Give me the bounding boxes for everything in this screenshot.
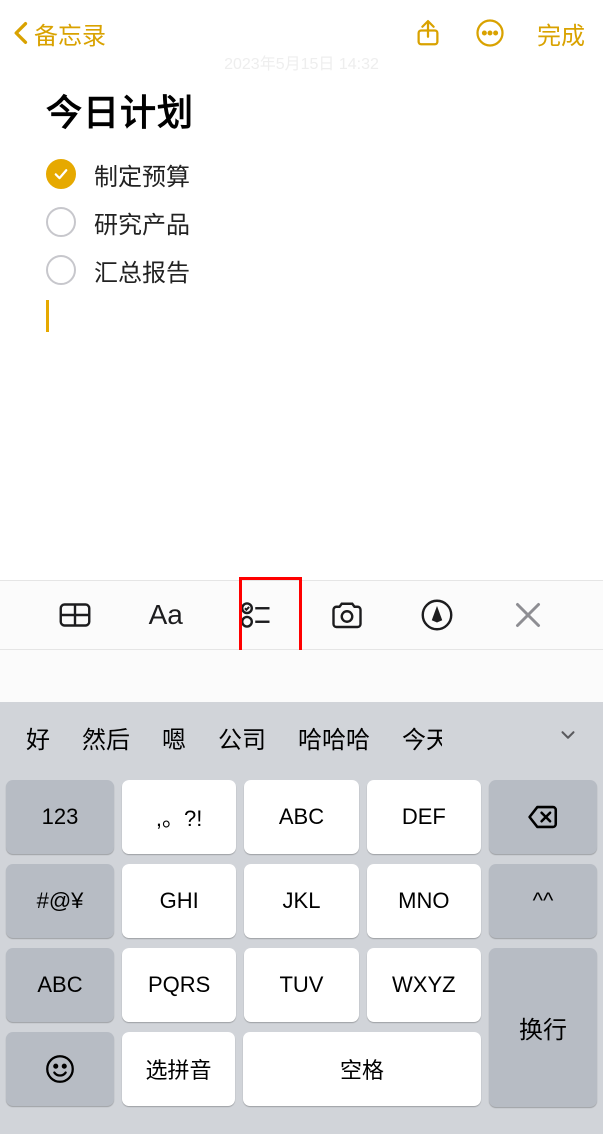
checklist-text[interactable]: 制定预算 [94,157,190,192]
camera-button[interactable] [329,597,365,633]
suggestion[interactable]: 今天 [386,720,442,755]
checklist-icon [238,597,274,633]
text-format-button[interactable]: Aa [148,597,184,633]
camera-icon [329,597,365,633]
done-button[interactable]: 完成 [537,16,585,51]
close-icon [510,597,546,633]
text-cursor [46,300,49,332]
suggestion[interactable]: 好 [10,720,66,755]
format-toolbar: Aa [0,580,603,650]
suggestion[interactable]: 哈哈哈 [282,720,386,755]
suggestion[interactable]: 然后 [66,720,146,755]
markup-button[interactable] [419,597,455,633]
suggestions-expand[interactable] [543,724,593,751]
key-abc[interactable]: ABC [244,780,358,854]
emoji-icon [43,1052,77,1086]
chevron-left-icon [8,19,36,47]
checklist-row[interactable]: 研究产品 [46,198,557,246]
note-title[interactable]: 今日计划 [46,84,557,136]
key-123[interactable]: 123 [6,780,114,854]
unchecked-circle-icon[interactable] [46,255,76,285]
checklist-button[interactable] [238,597,274,633]
key-1[interactable]: GHI [122,864,236,938]
table-icon [57,597,93,633]
ellipsis-circle-icon [475,18,505,48]
key-tuv[interactable]: TUV [244,948,358,1022]
share-button[interactable] [413,18,443,48]
key-0[interactable]: #@¥ [6,864,114,938]
key-delete[interactable] [489,780,597,854]
checklist-row[interactable]: 制定预算 [46,150,557,198]
key-4[interactable]: ^^ [489,864,597,938]
chevron-down-icon [557,724,579,746]
suggestion[interactable]: 嗯 [146,720,202,755]
keyboard: 好然后嗯公司哈哈哈今天 123,。?!ABCDEF #@¥GHIJKLMNO^^… [0,650,603,1134]
checklist-text[interactable]: 研究产品 [94,205,190,240]
unchecked-circle-icon[interactable] [46,207,76,237]
delete-icon [526,800,560,834]
back-label: 备忘录 [34,16,106,51]
pen-circle-icon [419,597,455,633]
key-3[interactable]: MNO [367,864,481,938]
back-button[interactable]: 备忘录 [8,16,106,51]
key-abc-mode[interactable]: ABC [6,948,114,1022]
key-select-pinyin[interactable]: 选拼音 [122,1032,235,1106]
checklist-text[interactable]: 汇总报告 [94,253,190,288]
key-return[interactable]: 换行 [489,948,597,1107]
share-icon [413,18,443,48]
table-button[interactable] [57,597,93,633]
suggestion[interactable]: 公司 [202,720,282,755]
close-toolbar-button[interactable] [510,597,546,633]
more-button[interactable] [475,18,505,48]
key-space[interactable]: 空格 [243,1032,481,1106]
key-pqrs[interactable]: PQRS [122,948,236,1022]
key-2[interactable]: JKL [244,864,358,938]
key-wxyz[interactable]: WXYZ [367,948,481,1022]
suggestion-bar: 好然后嗯公司哈哈哈今天 [0,702,603,772]
key-def[interactable]: DEF [367,780,481,854]
checked-circle-icon[interactable] [46,159,76,189]
checklist-row[interactable]: 汇总报告 [46,246,557,294]
key-,。?![interactable]: ,。?! [122,780,236,854]
key-emoji[interactable] [6,1032,114,1106]
